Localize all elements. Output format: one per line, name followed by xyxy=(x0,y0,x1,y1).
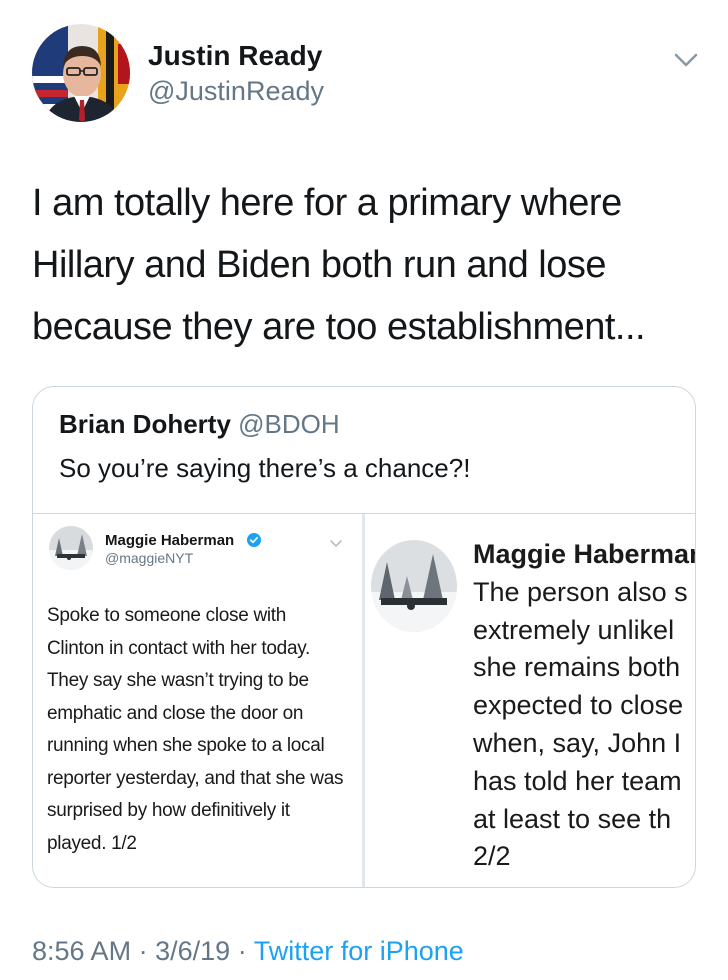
quoted-author-handle: @BDOH xyxy=(238,409,340,439)
quoted-tweet[interactable]: Brian Doherty @BDOH So you’re saying the… xyxy=(32,386,696,888)
tweet-time[interactable]: 8:56 AM xyxy=(32,936,131,966)
meta-separator: · xyxy=(237,936,247,966)
screenshot-text-line: extremely unlikel xyxy=(473,614,675,645)
screenshot-author-handle: @maggieNYT xyxy=(105,550,194,566)
chevron-down-icon[interactable] xyxy=(672,48,700,72)
screenshot-text-line: has told her team xyxy=(473,765,682,796)
screenshot-avatar xyxy=(49,526,93,570)
tweet-date[interactable]: 3/6/19 xyxy=(155,936,230,966)
quoted-author-name: Brian Doherty xyxy=(59,409,231,439)
quoted-tweet-header: Brian Doherty @BDOH xyxy=(59,409,340,440)
tweet-card: Justin Ready @JustinReady I am totally h… xyxy=(0,0,728,980)
tweet-source-link[interactable]: Twitter for iPhone xyxy=(254,936,464,966)
screenshot-avatar xyxy=(371,540,457,632)
tweet-text: I am totally here for a primary where Hi… xyxy=(32,182,646,348)
chevron-down-icon xyxy=(329,536,343,548)
screenshot-text-line: 2/2 xyxy=(473,841,511,872)
screenshot-tweet-text: Spoke to someone close with Clinton in c… xyxy=(47,605,344,854)
quoted-media[interactable]: Maggie Haberman @maggieNYT Spoke to some… xyxy=(33,513,696,887)
screenshot-image-1[interactable]: Maggie Haberman @maggieNYT Spoke to some… xyxy=(33,514,365,887)
tweet-metadata: 8:56 AM · 3/6/19 · Twitter for iPhone xyxy=(32,936,464,967)
screenshot-tweet-text: Maggie Haberman The person also s extrem… xyxy=(473,536,696,876)
screenshot-image-2[interactable]: Maggie Haberman The person also s extrem… xyxy=(371,514,696,887)
screenshot-author-name: Maggie Haberman xyxy=(105,532,235,549)
screenshot-text-line: The person also s xyxy=(473,576,688,607)
author-handle[interactable]: @JustinReady xyxy=(148,76,324,107)
quoted-tweet-text: So you’re saying there’s a chance?! xyxy=(59,453,471,483)
author-name[interactable]: Justin Ready xyxy=(148,40,322,72)
screenshot-text-line: at least to see th xyxy=(473,803,672,834)
screenshot-text-line: expected to close xyxy=(473,690,684,721)
screenshot-text-line: when, say, John I xyxy=(473,727,682,758)
author-avatar[interactable] xyxy=(32,24,130,122)
screenshot-author-name: Maggie Haberman xyxy=(473,539,696,569)
meta-separator: · xyxy=(138,936,148,966)
verified-badge-icon xyxy=(247,533,261,547)
screenshot-text-line: she remains both xyxy=(473,652,681,683)
